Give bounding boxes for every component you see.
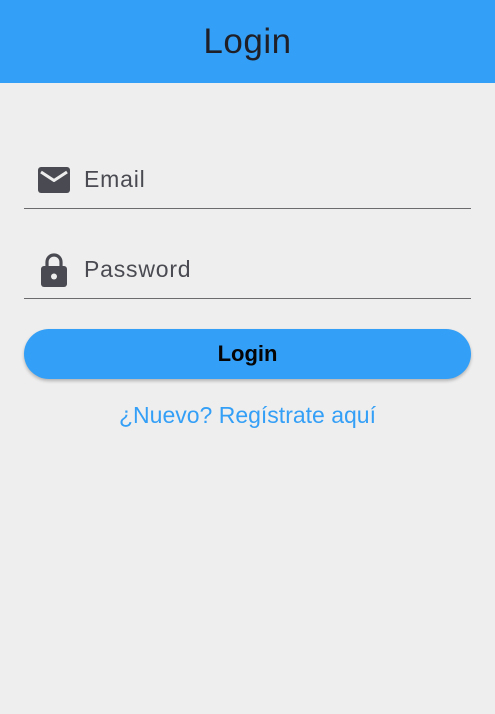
page-title: Login	[203, 21, 292, 61]
email-field[interactable]	[24, 151, 471, 209]
email-input[interactable]	[84, 159, 471, 200]
app-bar: Login	[0, 0, 495, 83]
password-input[interactable]	[84, 249, 471, 290]
password-field[interactable]	[24, 241, 471, 299]
lock-icon	[37, 252, 71, 287]
register-link[interactable]: ¿Nuevo? Regístrate aquí	[0, 402, 495, 429]
login-button[interactable]: Login	[24, 329, 471, 379]
email-icon	[37, 163, 71, 197]
